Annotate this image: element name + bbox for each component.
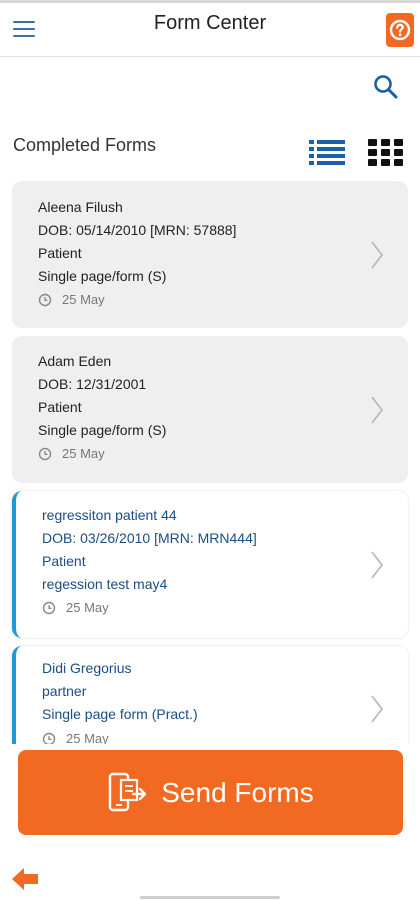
patient-name: Aleena Filush	[38, 199, 123, 215]
clock-icon	[38, 447, 52, 460]
date-row: 25 May	[38, 292, 105, 307]
help-icon[interactable]	[386, 13, 414, 47]
grid-view-icon[interactable]	[367, 137, 404, 167]
form-name: Single page/form (S)	[38, 422, 167, 438]
form-card[interactable]: Aleena Filush DOB: 05/14/2010 [MRN: 5788…	[12, 181, 408, 328]
dob-line: DOB: 03/26/2010 [MRN: MRN444]	[42, 530, 257, 546]
patient-name: Adam Eden	[38, 353, 112, 369]
clock-icon	[38, 293, 52, 306]
role-label: Patient	[38, 399, 82, 415]
home-indicator	[140, 896, 280, 899]
chevron-right-icon	[371, 241, 384, 269]
chevron-right-icon	[371, 396, 384, 424]
dob-line: DOB: 05/14/2010 [MRN: 57888]	[38, 222, 237, 238]
form-date: 25 May	[62, 446, 105, 461]
clock-icon	[42, 732, 56, 744]
dob-line: DOB: 12/31/2001	[38, 376, 147, 392]
back-arrow-icon[interactable]	[10, 865, 42, 893]
patient-name: regressiton patient 44	[42, 507, 177, 523]
send-forms-icon	[109, 772, 147, 811]
date-row: 25 May	[38, 446, 105, 461]
date-row: 25 May	[42, 731, 109, 744]
page-title: Form Center	[153, 12, 267, 34]
forms-list[interactable]: Aleena Filush DOB: 05/14/2010 [MRN: 5788…	[0, 178, 420, 744]
send-forms-button[interactable]: Send Forms	[18, 750, 403, 835]
date-row: 25 May	[42, 600, 109, 615]
form-card[interactable]: Adam Eden DOB: 12/31/2001 Patient Single…	[12, 336, 408, 483]
form-date: 25 May	[66, 731, 109, 744]
form-date: 25 May	[62, 292, 105, 307]
form-name: Single page/form (S)	[38, 268, 167, 284]
form-name: Single page form (Pract.)	[42, 706, 198, 722]
role-label: partner	[42, 683, 87, 699]
list-view-icon[interactable]	[308, 137, 346, 167]
role-label: Patient	[42, 553, 86, 569]
send-forms-label: Send Forms	[161, 776, 314, 808]
form-date: 25 May	[66, 600, 109, 615]
app-header: Form Center	[0, 3, 420, 57]
chevron-right-icon	[371, 551, 384, 579]
patient-name: Didi Gregorius	[42, 660, 132, 676]
search-icon[interactable]	[372, 73, 400, 101]
section-title: Completed Forms	[13, 135, 157, 155]
form-card[interactable]: Didi Gregorius partner Single page form …	[12, 646, 408, 744]
role-label: Patient	[38, 245, 82, 261]
chevron-right-icon	[371, 695, 384, 723]
clock-icon	[42, 601, 56, 614]
form-card[interactable]: regressiton patient 44 DOB: 03/26/2010 […	[12, 491, 408, 638]
form-name: regession test may4	[42, 576, 168, 592]
